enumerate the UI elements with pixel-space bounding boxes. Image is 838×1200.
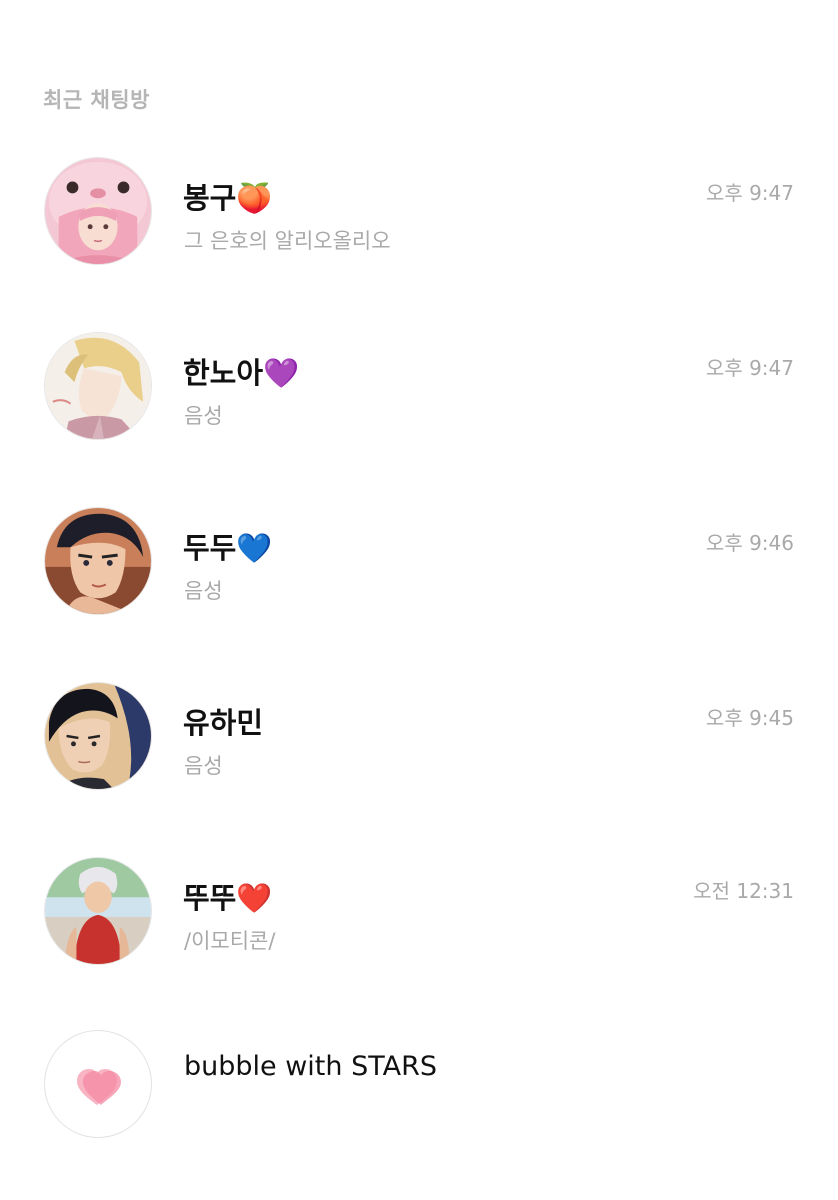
chat-preview: 그 은호의 알리오올리오 [184,229,391,253]
chat-name: 한노아💜 [183,356,300,390]
chat-row[interactable]: 유하민 음성 오후 9:45 [0,660,838,820]
chat-time: 오전 12:31 [693,879,794,903]
chat-name: 두두💙 [183,531,273,565]
chat-time: 오후 9:46 [705,531,794,555]
bubble-logo[interactable] [44,1030,152,1138]
dark-hair-anime-avatar-icon [45,508,151,614]
chat-name: 유하민 [183,706,264,740]
chat-name: 봉구🍑 [183,181,273,215]
chat-row[interactable]: 뚜뚜❤️ /이모티콘/ 오전 12:31 [0,835,838,995]
bubble-label[interactable]: bubble with STARS [184,1051,437,1082]
silver-hair-anime-avatar-icon [45,858,151,964]
chat-preview: 음성 [184,754,223,778]
pink-hat-anime-avatar-icon [45,158,151,264]
chat-row[interactable]: 두두💙 음성 오후 9:46 [0,485,838,645]
chat-preview: 음성 [184,404,223,428]
blonde-anime-avatar-icon [45,333,151,439]
chat-time: 오후 9:45 [705,706,794,730]
chat-list: 봉구🍑 그 은호의 알리오올리오 오후 9:47 한노아💜 음성 오후 9:47 [0,0,838,1200]
chat-row[interactable]: 봉구🍑 그 은호의 알리오올리오 오후 9:47 [0,135,838,295]
chat-row[interactable]: 한노아💜 음성 오후 9:47 [0,310,838,470]
avatar[interactable] [44,157,152,265]
avatar[interactable] [44,682,152,790]
chat-preview: 음성 [184,579,223,603]
avatar[interactable] [44,507,152,615]
chat-name: 뚜뚜❤️ [183,881,273,915]
pink-heart-icon [77,1069,121,1105]
chat-time: 오후 9:47 [705,356,794,380]
chat-time: 오후 9:47 [705,181,794,205]
chat-preview: /이모티콘/ [184,929,276,953]
avatar[interactable] [44,857,152,965]
black-hair-anime-avatar-icon [45,683,151,789]
avatar[interactable] [44,332,152,440]
